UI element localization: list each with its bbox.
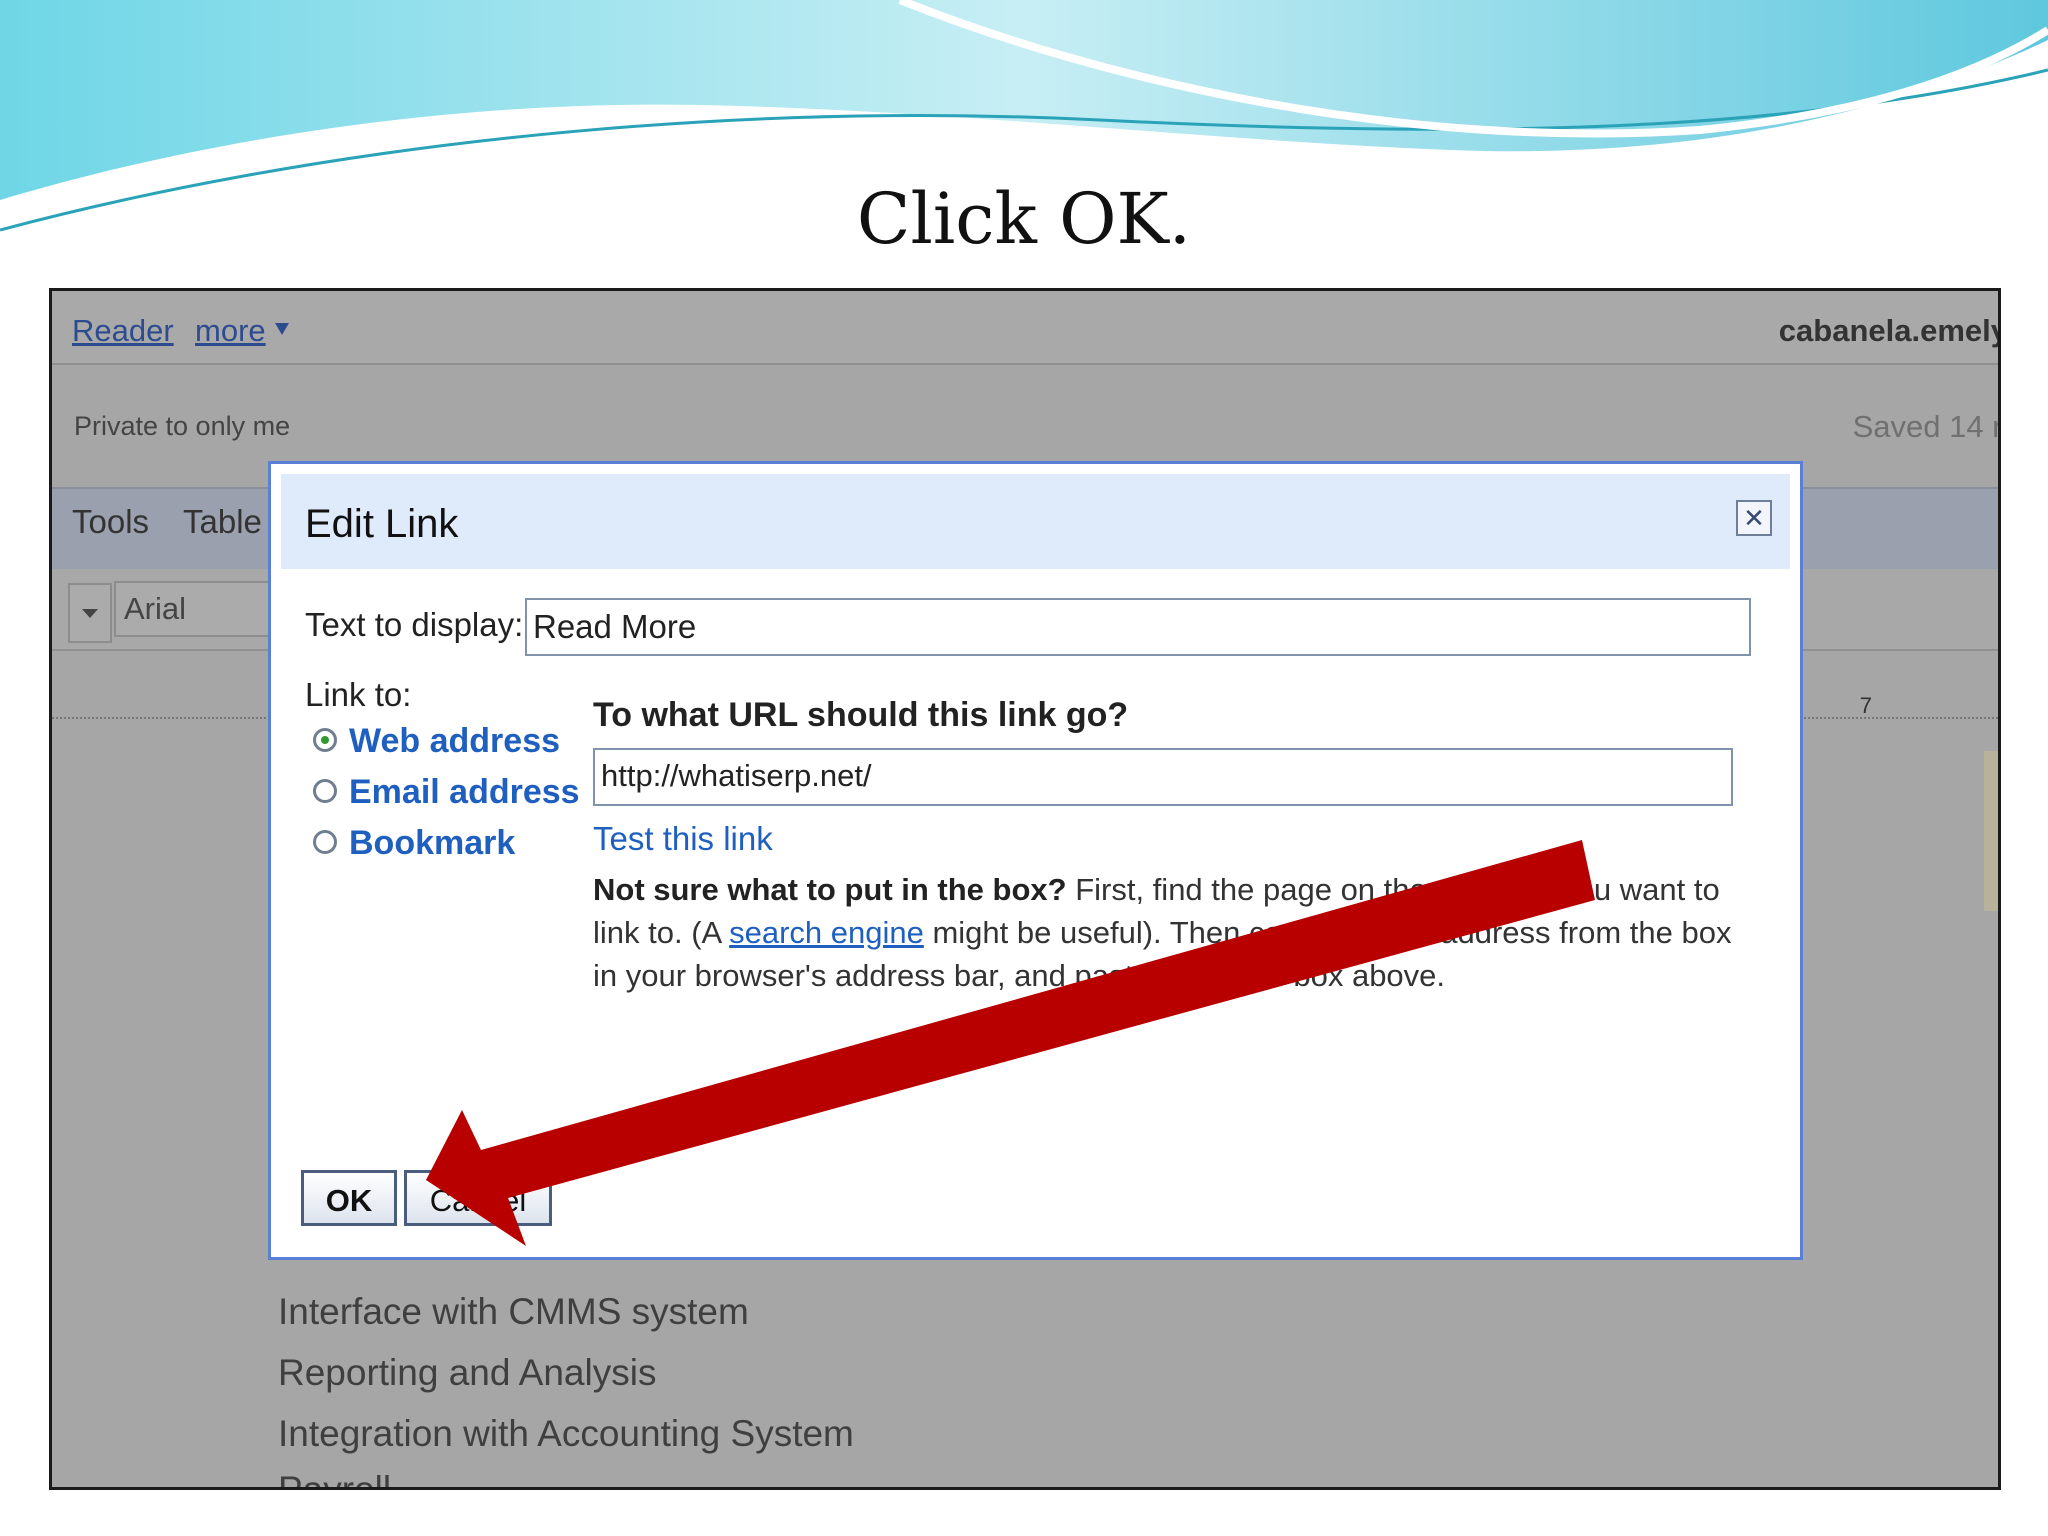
doc-line-text: Interface with CMMS system — [278, 1291, 749, 1332]
more-link[interactable]: more — [195, 313, 266, 349]
slide-title: Click OK. — [856, 178, 1192, 260]
saved-status: Saved 14 m — [1852, 409, 1998, 444]
text-to-display-input[interactable]: Read More — [525, 598, 1751, 656]
ok-button[interactable]: OK — [301, 1170, 397, 1226]
ruler-mark: 7 — [1859, 693, 1872, 718]
email-address-label[interactable]: Email address — [349, 773, 580, 812]
text-to-display-label: Text to display: — [305, 606, 524, 643]
menu-tools[interactable]: Tools — [72, 503, 149, 541]
top-nav-bar — [52, 291, 1998, 365]
help-text: Not sure what to put in the box? First, … — [593, 868, 1743, 997]
radio-email-address[interactable] — [313, 779, 337, 803]
reader-link[interactable]: Reader — [72, 313, 174, 349]
style-dropdown-button[interactable] — [68, 583, 112, 643]
url-input[interactable]: http://whatiserp.net/ — [593, 748, 1733, 806]
privacy-status: Private to only me — [74, 411, 291, 441]
scrollbar[interactable] — [1984, 751, 1998, 911]
web-address-label[interactable]: Web address — [349, 722, 560, 761]
search-engine-link[interactable]: search engine — [729, 915, 924, 950]
radio-web-address[interactable] — [313, 728, 337, 752]
link-to-label: Link to: — [305, 676, 412, 713]
more-dropdown-icon[interactable] — [275, 323, 289, 335]
doc-line: Integration with Accounting System — [278, 1413, 854, 1454]
doc-line: Reporting and Analysis — [278, 1352, 657, 1393]
doc-line: Payroll — [278, 1469, 392, 1490]
radio-bookmark[interactable] — [313, 830, 337, 854]
edit-link-dialog: Edit Link ✕ Text to display: Read More L… — [268, 461, 1803, 1260]
dialog-title: Edit Link — [305, 502, 459, 546]
help-lead: Not sure what to put in the box? — [593, 872, 1067, 907]
doc-line: Interface with CMMS system — [278, 1291, 749, 1333]
menu-table[interactable]: Table — [183, 503, 262, 541]
user-name[interactable]: cabanela.emely — [1779, 313, 1998, 349]
test-link[interactable]: Test this link — [593, 820, 773, 858]
url-question: To what URL should this link go? — [593, 696, 1129, 734]
cancel-button[interactable]: Cancel — [404, 1170, 552, 1226]
close-icon[interactable]: ✕ — [1736, 500, 1772, 536]
dialog-header: Edit Link ✕ — [281, 474, 1790, 569]
bookmark-label[interactable]: Bookmark — [349, 824, 515, 863]
